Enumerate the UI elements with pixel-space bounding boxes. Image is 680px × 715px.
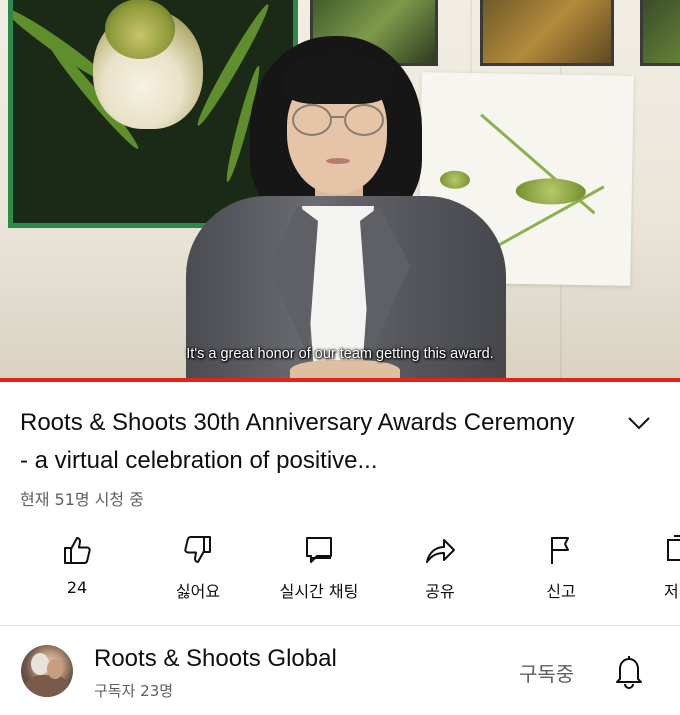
like-button[interactable]: 24 <box>22 528 132 608</box>
live-chat-button[interactable]: 실시간 채팅 <box>264 528 374 608</box>
channel-avatar[interactable] <box>21 645 73 697</box>
top-poster <box>480 0 614 66</box>
save-icon <box>667 535 680 561</box>
thumbs-down-icon <box>184 536 211 563</box>
video-title[interactable]: Roots & Shoots 30th Anniversary Awards C… <box>20 404 580 480</box>
save-button[interactable]: 저 <box>626 528 680 608</box>
video-player[interactable]: It's a great honor of our team getting t… <box>0 0 680 382</box>
share-icon <box>426 539 455 563</box>
glasses-right <box>344 104 384 136</box>
save-label: 저 <box>664 582 679 601</box>
glasses-left <box>292 104 332 136</box>
thumbs-up-icon <box>64 537 91 564</box>
bell-icon <box>616 656 642 689</box>
share-button[interactable]: 공유 <box>385 528 495 608</box>
subscriber-count: 구독자 23명 <box>94 682 174 700</box>
expand-description-button[interactable] <box>624 410 654 436</box>
live-viewer-count: 현재 51명 시청 중 <box>20 490 144 509</box>
live-chat-label: 실시간 채팅 <box>279 582 359 601</box>
dislike-button[interactable]: 싫어요 <box>143 528 253 608</box>
notification-bell-button[interactable] <box>612 653 646 689</box>
flag-icon <box>551 537 569 564</box>
speaker-fringe <box>282 54 392 104</box>
top-poster <box>640 0 680 66</box>
like-count: 24 <box>66 578 88 597</box>
channel-name[interactable]: Roots & Shoots Global <box>94 645 337 673</box>
subscribed-button[interactable]: 구독중 <box>519 658 574 687</box>
video-subtitle: It's a great honor of our team getting t… <box>186 346 494 362</box>
report-label: 신고 <box>546 582 576 601</box>
glasses-bridge <box>330 116 344 118</box>
chevron-down-icon <box>628 417 650 430</box>
share-label: 공유 <box>425 582 455 601</box>
section-divider <box>0 625 680 626</box>
report-button[interactable]: 신고 <box>506 528 616 608</box>
dislike-label: 싫어요 <box>175 582 221 601</box>
video-progress-bar[interactable] <box>0 378 680 382</box>
live-chat-icon <box>306 537 332 563</box>
speaker-mouth <box>326 158 350 164</box>
action-bar: 24 싫어요 실시간 채팅 공유 신고 저 <box>0 528 680 608</box>
